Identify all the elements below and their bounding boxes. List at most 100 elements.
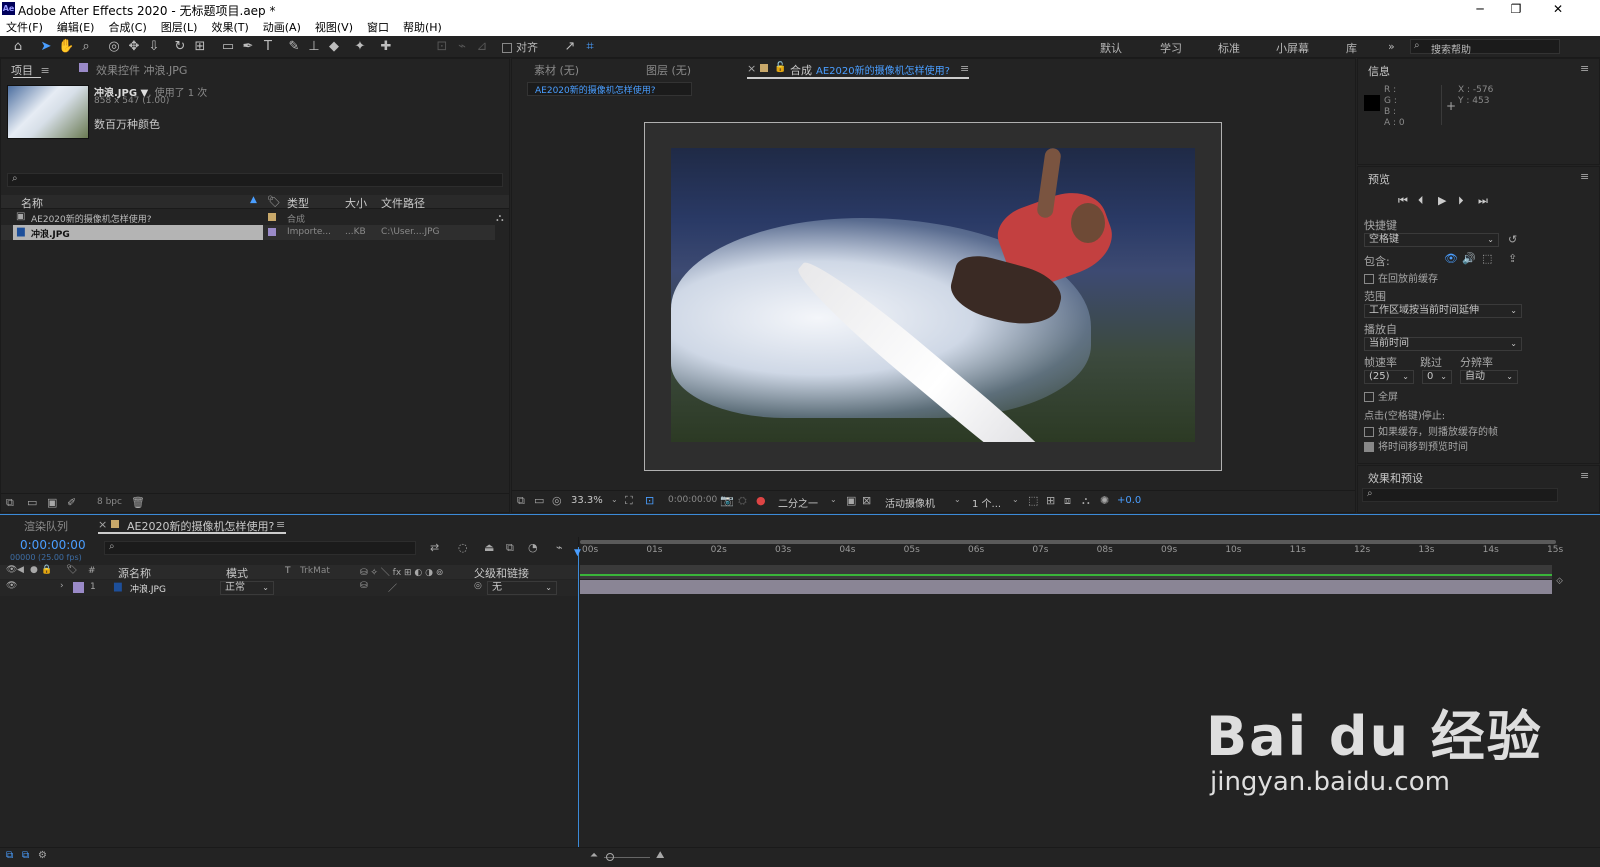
zoom-tool-icon[interactable]: ⌕ <box>78 39 94 55</box>
skip-select[interactable]: 0 ⌄ <box>1422 370 1452 384</box>
menu-icon[interactable]: ≡ <box>1580 469 1589 482</box>
eye-icon[interactable]: 👁 <box>6 581 17 591</box>
layer-name[interactable]: 冲浪.JPG <box>130 582 166 595</box>
exposure-icon[interactable]: ✺ <box>1100 494 1109 507</box>
switches-icon[interactable]: ⛁ ✧ ＼ fx ⊞ ◐ ◑ ⊚ <box>360 565 443 578</box>
close-tab-icon[interactable]: × <box>98 518 107 531</box>
fps-select[interactable]: (25) ⌄ <box>1364 370 1414 384</box>
new-composition-icon[interactable]: ▣ <box>47 496 57 509</box>
lock-icon[interactable]: 🔒 <box>41 565 52 575</box>
menu-effect[interactable]: 效果(T) <box>211 19 248 35</box>
if-cache-checkbox[interactable] <box>1364 427 1374 437</box>
menu-icon[interactable]: ≡ <box>1580 170 1589 183</box>
next-frame-icon[interactable]: ⏵ <box>1458 194 1464 208</box>
cache-before-toggle[interactable]: 在回放前缓存 <box>1364 270 1438 285</box>
layer-tab[interactable]: 图层 (无) <box>646 62 691 78</box>
project-search-input[interactable]: ⌕ <box>7 173 503 187</box>
zoom-slider-handle[interactable] <box>606 853 614 861</box>
composition-flowchart-icon[interactable]: ⇄ <box>430 541 439 554</box>
reset-icon[interactable]: ↺ <box>1508 233 1517 246</box>
show-snapshot-icon[interactable]: ⛭ <box>738 494 747 508</box>
camera-value[interactable]: 活动摄像机 <box>885 495 935 510</box>
cache-before-checkbox[interactable] <box>1364 274 1374 284</box>
chevron-down-icon[interactable]: ⌄ <box>1012 495 1019 504</box>
col-parent[interactable]: 父级和链接 <box>474 565 529 581</box>
sort-arrow-icon[interactable]: ▲ <box>250 195 257 205</box>
hand-tool-icon[interactable]: ✋ <box>58 39 74 55</box>
video-visibility-icon[interactable]: 👁 <box>6 565 17 575</box>
vr-icon[interactable]: ◎ <box>552 494 562 507</box>
exposure-value[interactable]: +0.0 <box>1117 495 1141 506</box>
menu-icon[interactable]: ≡ <box>276 518 285 531</box>
col-mode[interactable]: 模式 <box>226 565 248 581</box>
solo-icon[interactable]: ● <box>30 565 38 575</box>
menu-file[interactable]: 文件(F) <box>6 19 43 35</box>
project-tab[interactable]: 项目 ≡ <box>11 62 50 78</box>
footage-tab[interactable]: 素材 (无) <box>534 62 579 78</box>
zoom-out-icon[interactable]: ⏶ <box>590 850 598 861</box>
fullscreen-checkbox[interactable] <box>1364 392 1374 402</box>
rectangle-tool-icon[interactable]: ▭ <box>220 39 236 55</box>
last-frame-icon[interactable]: ⏭ <box>1478 194 1488 208</box>
if-cache-toggle[interactable]: 如果缓存，则播放缓存的帧 <box>1364 423 1498 438</box>
audio-icon[interactable]: ◀ <box>17 565 24 575</box>
menu-icon[interactable]: ≡ <box>1580 62 1589 75</box>
menu-help[interactable]: 帮助(H) <box>403 19 442 35</box>
roi-icon[interactable]: ▣ <box>846 494 856 507</box>
world-axis-icon[interactable]: ⊿ <box>474 39 490 55</box>
menu-composition[interactable]: 合成(C) <box>108 19 146 35</box>
new-folder-icon[interactable]: ▭ <box>27 496 37 509</box>
include-video-icon[interactable]: 👁 <box>1444 252 1458 265</box>
align-checkbox[interactable] <box>502 43 512 53</box>
comp-breadcrumb[interactable]: AE2020新的摄像机怎样使用? <box>527 82 692 96</box>
monitor-icon[interactable]: ▭ <box>534 494 544 507</box>
home-icon[interactable]: ⌂ <box>10 39 26 55</box>
orbit-camera-icon[interactable]: ◎ <box>106 39 122 55</box>
previous-frame-icon[interactable]: ⏴ <box>1418 194 1424 208</box>
menu-window[interactable]: 窗口 <box>367 19 389 35</box>
transparency-grid-icon[interactable]: ⊠ <box>862 494 871 507</box>
rotate-tool-icon[interactable]: ↻ <box>172 39 188 55</box>
motion-blur-icon[interactable]: ◔ <box>528 541 538 554</box>
workspace-standard[interactable]: 标准 <box>1218 40 1240 56</box>
brush-tool-icon[interactable]: ✎ <box>286 39 302 55</box>
project-row[interactable]: ▆ 冲浪.JPG Importe... ...KB C:\User....JPG <box>1 225 495 240</box>
anchor-tool-icon[interactable]: ⊞ <box>192 39 208 55</box>
resolution-select[interactable]: 自动 ⌄ <box>1460 370 1518 384</box>
adjust-settings-icon[interactable]: ✐ <box>67 496 76 509</box>
workspace-learn[interactable]: 学习 <box>1160 40 1182 56</box>
chevron-down-icon[interactable]: ⌄ <box>830 495 837 504</box>
shortcut-select[interactable]: 空格键 ⌄ <box>1364 233 1499 247</box>
reset-exposure-icon[interactable]: ⊞ <box>1046 494 1055 507</box>
effects-search-input[interactable]: ⌕ <box>1362 488 1558 502</box>
export-icon[interactable]: ⇪ <box>1508 252 1517 265</box>
zoom-in-icon[interactable]: ⛰ <box>656 850 664 861</box>
include-audio-icon[interactable]: 🔊 <box>1462 252 1476 265</box>
menu-view[interactable]: 视图(V) <box>315 19 353 35</box>
chevron-down-icon[interactable]: ⌄ <box>954 495 961 504</box>
trash-icon[interactable]: 🗑 <box>131 496 145 509</box>
close-tab-icon[interactable]: × <box>747 62 756 75</box>
always-preview-icon[interactable]: ⧉ <box>517 494 525 508</box>
playhead-icon[interactable]: ▼ <box>574 548 581 558</box>
project-row[interactable]: ▣ AE2020新的摄像机怎样使用? 合成 ⛬ <box>1 210 509 225</box>
layer-row[interactable]: 👁 › 1 ▆ 冲浪.JPG 正常 ⌄ ⛁ ／ ◎ 无 ⌄ <box>0 580 578 596</box>
col-source-name[interactable]: 源名称 <box>118 565 151 581</box>
render-queue-tab[interactable]: 渲染队列 <box>24 518 68 534</box>
current-timecode[interactable]: 0:00:00:00 <box>20 538 86 552</box>
move-time-toggle[interactable]: 将时间移到预览时间 <box>1364 438 1468 453</box>
clone-stamp-icon[interactable]: ⊥ <box>306 39 322 55</box>
resolution-value[interactable]: 二分之一 <box>778 495 818 510</box>
axis-icon[interactable]: ⌁ <box>454 39 470 55</box>
snap-icon[interactable]: ⊡ <box>434 39 450 55</box>
col-size[interactable]: 大小 <box>345 195 367 211</box>
play-from-select[interactable]: 当前时间 ⌄ <box>1364 337 1522 351</box>
first-frame-icon[interactable]: ⏮ <box>1398 194 1408 208</box>
collapse-switch-icon[interactable]: ⛁ <box>360 581 368 591</box>
info-title[interactable]: 信息 <box>1368 63 1390 79</box>
menu-edit[interactable]: 编辑(E) <box>57 19 95 35</box>
dolly-camera-icon[interactable]: ⇩ <box>146 39 162 55</box>
text-tool-icon[interactable]: T <box>260 39 276 55</box>
flowchart-icon[interactable]: ⛬ <box>1082 494 1090 508</box>
label-tag-icon[interactable]: 🏷 <box>267 195 281 208</box>
